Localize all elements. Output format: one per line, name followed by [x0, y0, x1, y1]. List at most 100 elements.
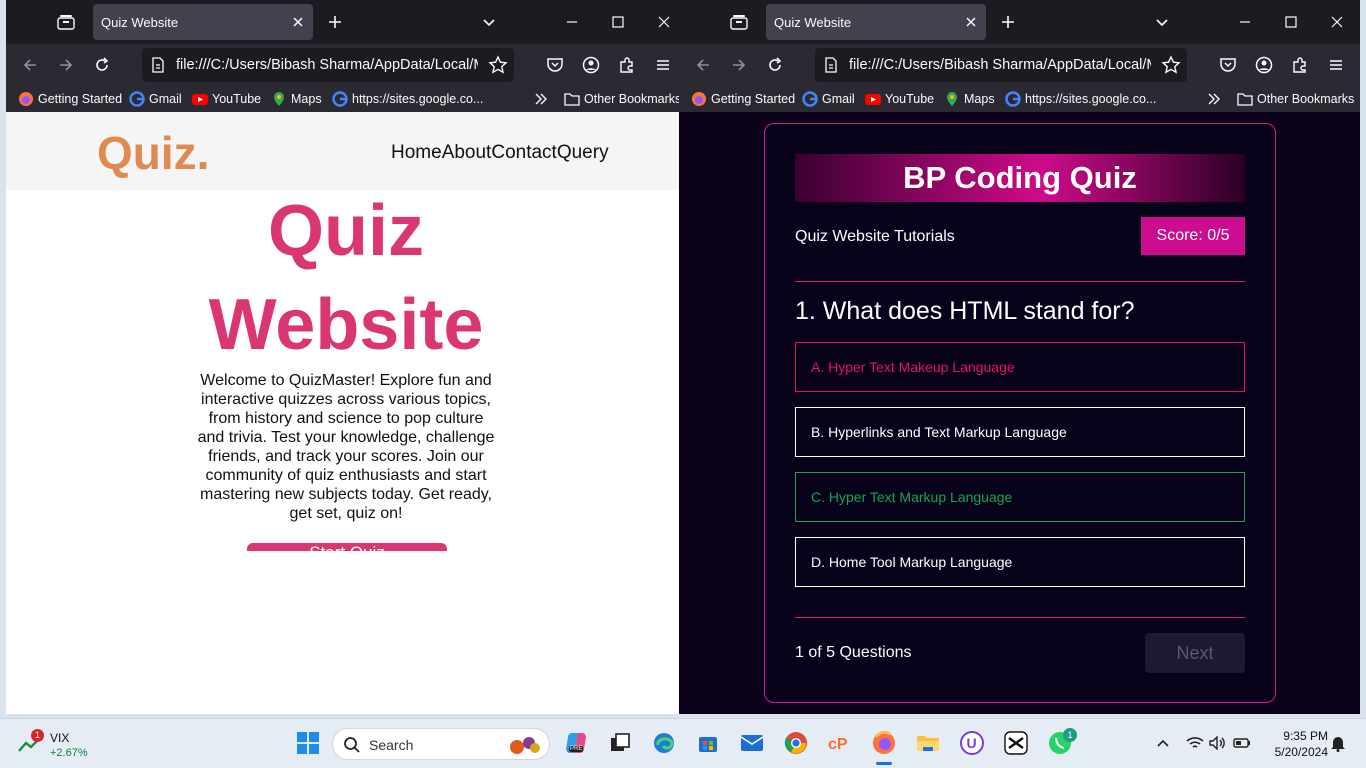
stock-widget[interactable]: 1 VIX +2.67% [14, 729, 104, 761]
new-tab-icon[interactable] [998, 12, 1018, 32]
quiz-subtitle: Quiz Website Tutorials [795, 228, 955, 245]
option-a[interactable]: A. Hyper Text Makeup Language [795, 342, 1245, 392]
bookmark-sites-google[interactable]: https://sites.google.co... [332, 90, 483, 108]
close-window-button[interactable] [654, 12, 674, 32]
account-button[interactable] [1253, 54, 1275, 76]
tab-quiz-website[interactable]: Quiz Website [93, 4, 313, 40]
tab-bar: Quiz Website [679, 0, 1360, 44]
bookmark-label: Other Bookmarks [1257, 92, 1355, 106]
maximize-button[interactable] [608, 12, 628, 32]
hero-title-line: Quiz [268, 191, 424, 271]
firefox-view-button[interactable] [727, 10, 751, 34]
extensions-button[interactable] [616, 54, 638, 76]
taskbar-search[interactable]: Search [332, 728, 550, 760]
option-d[interactable]: D. Home Tool Markup Language [795, 537, 1245, 587]
bookmarks-overflow-button[interactable] [1207, 90, 1221, 108]
bookmark-gmail[interactable]: Gmail [802, 90, 855, 108]
copilot-button[interactable]: PRE [563, 730, 589, 756]
app-menu-button[interactable] [1325, 54, 1347, 76]
app-u-button[interactable]: U [959, 730, 985, 756]
reload-button[interactable] [91, 54, 113, 76]
maximize-button[interactable] [1281, 12, 1301, 32]
firefox-taskbar-button[interactable] [871, 730, 897, 756]
close-tab-icon[interactable] [964, 15, 978, 29]
minimize-button[interactable] [562, 12, 582, 32]
bookmarks-overflow-button[interactable] [534, 90, 548, 108]
windows-icon [297, 732, 319, 754]
system-clock[interactable]: 9:35 PM 5/20/2024 [1262, 728, 1328, 760]
bookmark-maps[interactable]: Maps [944, 90, 995, 108]
tray-overflow-button[interactable] [1153, 730, 1173, 756]
star-icon[interactable] [1161, 55, 1181, 75]
other-bookmarks[interactable]: Other Bookmarks [564, 90, 679, 108]
app-menu-button[interactable] [652, 54, 674, 76]
cpanel-button[interactable]: cP [827, 730, 853, 756]
file-explorer-button[interactable] [915, 730, 941, 756]
url-bar[interactable]: file:///C:/Users/Bibash Sharma/AppData/L… [142, 48, 514, 82]
reload-button[interactable] [764, 54, 786, 76]
minimize-button[interactable] [1235, 12, 1255, 32]
extensions-button[interactable] [1289, 54, 1311, 76]
edge-button[interactable] [651, 730, 677, 756]
star-icon[interactable] [488, 55, 508, 75]
chrome-button[interactable] [783, 730, 809, 756]
bookmark-gmail[interactable]: Gmail [129, 90, 182, 108]
option-c[interactable]: C. Hyper Text Markup Language [795, 472, 1245, 522]
tab-quiz-website[interactable]: Quiz Website [766, 4, 986, 40]
nav-home[interactable]: Home [391, 142, 442, 164]
question-counter: 1 of 5 Questions [795, 644, 912, 661]
mail-button[interactable] [739, 730, 765, 756]
account-button[interactable] [580, 54, 602, 76]
tab-title: Quiz Website [101, 15, 179, 30]
search-highlight-icon [510, 737, 540, 754]
quiz-card: BP Coding Quiz Quiz Website Tutorials Sc… [764, 123, 1276, 703]
other-bookmarks[interactable]: Other Bookmarks [1237, 90, 1354, 108]
back-button[interactable] [19, 54, 41, 76]
new-tab-icon[interactable] [325, 12, 345, 32]
start-button[interactable] [295, 730, 321, 756]
capcut-button[interactable] [1003, 730, 1029, 756]
close-window-button[interactable] [1327, 12, 1347, 32]
next-button[interactable]: Next [1145, 633, 1245, 673]
nav-contact[interactable]: Contact [491, 142, 556, 164]
bookmark-maps[interactable]: Maps [271, 90, 322, 108]
svg-text:cP: cP [828, 736, 848, 753]
pocket-button[interactable] [544, 54, 566, 76]
bookmark-getting-started[interactable]: Getting Started [18, 90, 122, 108]
close-tab-icon[interactable] [291, 15, 305, 29]
volume-button[interactable] [1208, 730, 1228, 756]
firefox-view-button[interactable] [54, 10, 78, 34]
quiz-title: BP Coding Quiz [903, 160, 1137, 195]
nav-about[interactable]: About [442, 142, 492, 164]
forward-button[interactable] [728, 54, 750, 76]
maps-pin-icon [944, 91, 960, 107]
whatsapp-badge: 1 [1063, 728, 1077, 742]
option-b[interactable]: B. Hyperlinks and Text Markup Language [795, 407, 1245, 457]
account-icon [1255, 56, 1273, 74]
bookmark-sites-google[interactable]: https://sites.google.co... [1005, 90, 1156, 108]
cpanel-icon: cP [828, 736, 848, 753]
back-button[interactable] [692, 54, 714, 76]
chevron-down-icon[interactable] [1154, 14, 1170, 30]
wifi-button[interactable] [1185, 730, 1205, 756]
divider [795, 281, 1245, 282]
bookmark-youtube[interactable]: YouTube [865, 90, 934, 108]
battery-button[interactable] [1232, 730, 1252, 756]
url-bar[interactable]: file:///C:/Users/Bibash Sharma/AppData/L… [815, 48, 1187, 82]
forward-button[interactable] [55, 54, 77, 76]
notifications-button[interactable] [1328, 730, 1348, 756]
chevron-down-icon[interactable] [481, 14, 497, 30]
task-view-button[interactable] [607, 730, 633, 756]
pocket-button[interactable] [1217, 54, 1239, 76]
landing-page: Quiz. Home About Contact Query Quiz Website… [6, 112, 679, 714]
pocket-icon [1220, 58, 1236, 72]
nav-query[interactable]: Query [557, 142, 609, 164]
bookmark-youtube[interactable]: YouTube [192, 90, 261, 108]
arrow-right-icon [60, 59, 73, 71]
store-button[interactable] [695, 730, 721, 756]
quiz-page: BP Coding Quiz Quiz Website Tutorials Sc… [679, 112, 1360, 714]
bookmark-getting-started[interactable]: Getting Started [691, 90, 795, 108]
folder-icon [564, 91, 580, 107]
site-logo[interactable]: Quiz. [97, 126, 209, 180]
start-quiz-button[interactable]: Start Quiz [247, 543, 447, 551]
